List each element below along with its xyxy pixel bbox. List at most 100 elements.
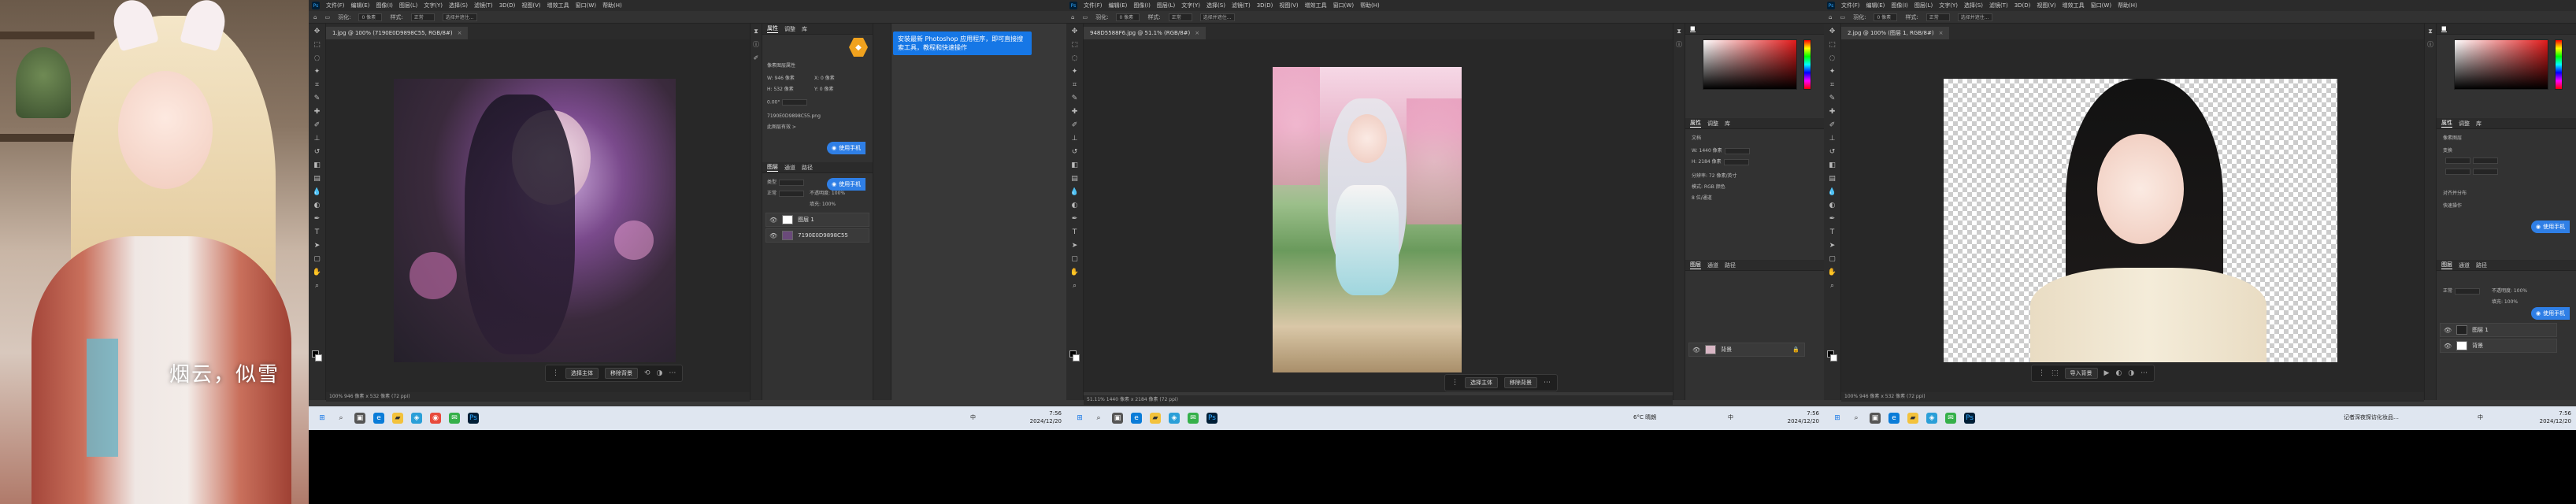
tab-layers[interactable]: 图层: [1690, 261, 1701, 269]
eyedropper-tool-icon[interactable]: ✎: [1828, 94, 1837, 103]
edge-icon[interactable]: e: [373, 413, 384, 424]
menu-view[interactable]: 视图(V): [521, 2, 540, 9]
menu-view[interactable]: 视图(V): [2037, 2, 2055, 9]
grip-icon[interactable]: ⋮: [552, 369, 559, 377]
style-select[interactable]: 正常: [1926, 13, 1950, 21]
eye-icon[interactable]: 👁: [1692, 346, 1700, 354]
zoom-tool-icon[interactable]: ⌕: [1828, 281, 1837, 291]
history-brush-icon[interactable]: ↺: [1828, 147, 1837, 157]
menu-edit[interactable]: 编辑(E): [1109, 2, 1128, 9]
canvas-area[interactable]: [1841, 39, 2424, 392]
menu-plugins[interactable]: 增效工具: [2063, 2, 2085, 9]
menu-help[interactable]: 帮助(H): [2118, 2, 2137, 9]
blur-tool-icon[interactable]: 💧: [313, 187, 322, 197]
background-color[interactable]: [1830, 354, 1837, 361]
pen-tool-icon[interactable]: ✒: [313, 214, 322, 224]
search-icon[interactable]: ⌕: [335, 413, 347, 424]
lock-icon[interactable]: 🔒: [1792, 346, 1799, 353]
menu-help[interactable]: 帮助(H): [1360, 2, 1380, 9]
menu-type[interactable]: 文字(Y): [1939, 2, 1958, 9]
gradient-tool-icon[interactable]: ▤: [313, 174, 322, 183]
angle-field[interactable]: 0.00°: [767, 99, 808, 107]
blur-tool-icon[interactable]: 💧: [1070, 187, 1080, 197]
wechat-icon[interactable]: ✉: [1945, 413, 1956, 424]
menu-file[interactable]: 文件(F): [326, 2, 345, 9]
menu-file[interactable]: 文件(F): [1841, 2, 1860, 9]
path-select-icon[interactable]: ➤: [1828, 241, 1837, 250]
grip-icon[interactable]: ⋮: [1451, 379, 1458, 387]
zoom-tool-icon[interactable]: ⌕: [313, 281, 322, 291]
menu-file[interactable]: 文件(F): [1084, 2, 1103, 9]
shape-tool-icon[interactable]: ▢: [1828, 254, 1837, 264]
wechat-icon[interactable]: ✉: [449, 413, 460, 424]
tab-layers[interactable]: 图层: [2441, 261, 2452, 269]
photoshop-icon[interactable]: Ps: [1964, 413, 1975, 424]
tab-color[interactable]: ■: [2441, 25, 2447, 32]
menu-select[interactable]: 选择(S): [449, 2, 468, 9]
phone-button[interactable]: ◉ 使用手机: [2531, 307, 2570, 320]
search-icon[interactable]: ⌕: [1851, 413, 1862, 424]
wechat-icon[interactable]: ✉: [1188, 413, 1199, 424]
tab-channels[interactable]: 通道: [784, 164, 795, 172]
select-mask-button[interactable]: 选择并遮住...: [1957, 13, 1992, 21]
move-tool-icon[interactable]: ✥: [1828, 27, 1837, 36]
clock[interactable]: 7:56 2024/12/20: [1788, 410, 1819, 425]
canvas-area[interactable]: [326, 39, 750, 392]
shape-tool-icon[interactable]: ▢: [1070, 254, 1080, 264]
type-tool-icon[interactable]: T: [1828, 228, 1837, 237]
eye-icon[interactable]: 👁: [769, 217, 777, 224]
eraser-tool-icon[interactable]: ◧: [1070, 161, 1080, 170]
tab-properties[interactable]: 属性: [1690, 119, 1701, 128]
menu-layer[interactable]: 图层(L): [399, 2, 417, 9]
windows-start-icon[interactable]: ⊞: [317, 413, 328, 424]
clock[interactable]: 7:56 2024/12/20: [1030, 410, 1062, 425]
resolution-field[interactable]: 分辨率: 72 像素/英寸: [1692, 172, 1737, 180]
info-icon[interactable]: ⓘ: [1674, 40, 1684, 50]
menu-layer[interactable]: 图层(L): [1914, 2, 1933, 9]
wand-tool-icon[interactable]: ✦: [1070, 67, 1080, 76]
home-icon[interactable]: ⌂: [1071, 14, 1074, 20]
ime-indicator[interactable]: 中: [970, 413, 976, 421]
y-field[interactable]: Y: 0 像素: [814, 85, 834, 93]
folder-icon[interactable]: ▰: [392, 413, 403, 424]
transform-icon[interactable]: ⟲: [644, 369, 650, 377]
blur-tool-icon[interactable]: 💧: [1828, 187, 1837, 197]
select-icon[interactable]: ⬚: [2052, 369, 2059, 377]
height-field[interactable]: H: 532 像素: [767, 85, 794, 93]
windows-start-icon[interactable]: ⊞: [1074, 413, 1085, 424]
lasso-tool-icon[interactable]: ◌: [313, 54, 322, 63]
layer-row[interactable]: 👁 图层 1: [2440, 323, 2557, 337]
style-select[interactable]: 正常: [1168, 13, 1192, 21]
history-brush-icon[interactable]: ↺: [1070, 147, 1080, 157]
opacity-field[interactable]: 不透明度: 100%: [2492, 287, 2527, 295]
zoom-tool-icon[interactable]: ⌕: [1070, 281, 1080, 291]
info-icon[interactable]: ⓘ: [751, 40, 761, 50]
menu-edit[interactable]: 编辑(E): [351, 2, 370, 9]
close-icon[interactable]: ×: [458, 30, 462, 36]
document-tab[interactable]: 1.jpg @ 100% (7190E0D9898C55, RGB/8#) ×: [326, 27, 469, 39]
brush-tool-icon[interactable]: ✐: [313, 120, 322, 130]
eye-icon[interactable]: 👁: [769, 232, 777, 239]
quick-actions[interactable]: 快速操作: [2443, 202, 2462, 209]
tab-libraries[interactable]: 库: [1725, 120, 1730, 128]
menu-window[interactable]: 窗口(W): [576, 2, 596, 9]
wand-tool-icon[interactable]: ✦: [1828, 67, 1837, 76]
dodge-tool-icon[interactable]: ◐: [313, 201, 322, 210]
home-icon[interactable]: ⌂: [313, 14, 317, 20]
photoshop-icon[interactable]: Ps: [468, 413, 479, 424]
type-tool-icon[interactable]: T: [1070, 228, 1080, 237]
stamp-tool-icon[interactable]: ⊥: [313, 134, 322, 143]
folder-icon[interactable]: ▰: [1150, 413, 1161, 424]
menu-image[interactable]: 图像(I): [1133, 2, 1151, 9]
heal-tool-icon[interactable]: ✚: [313, 107, 322, 117]
wand-tool-icon[interactable]: ✦: [313, 67, 322, 76]
menu-filter[interactable]: 滤镜(T): [474, 2, 493, 9]
task-view-icon[interactable]: ▣: [1870, 413, 1881, 424]
eye-icon[interactable]: 👁: [2444, 343, 2452, 350]
color-picker-field[interactable]: [1703, 39, 1797, 90]
brush-tool-icon[interactable]: ✐: [1828, 120, 1837, 130]
tab-paths[interactable]: 路径: [802, 164, 813, 172]
eyedropper-tool-icon[interactable]: ✎: [313, 94, 322, 103]
background-color[interactable]: [315, 354, 322, 361]
height-field[interactable]: H: 2184 像素: [1692, 158, 1749, 165]
